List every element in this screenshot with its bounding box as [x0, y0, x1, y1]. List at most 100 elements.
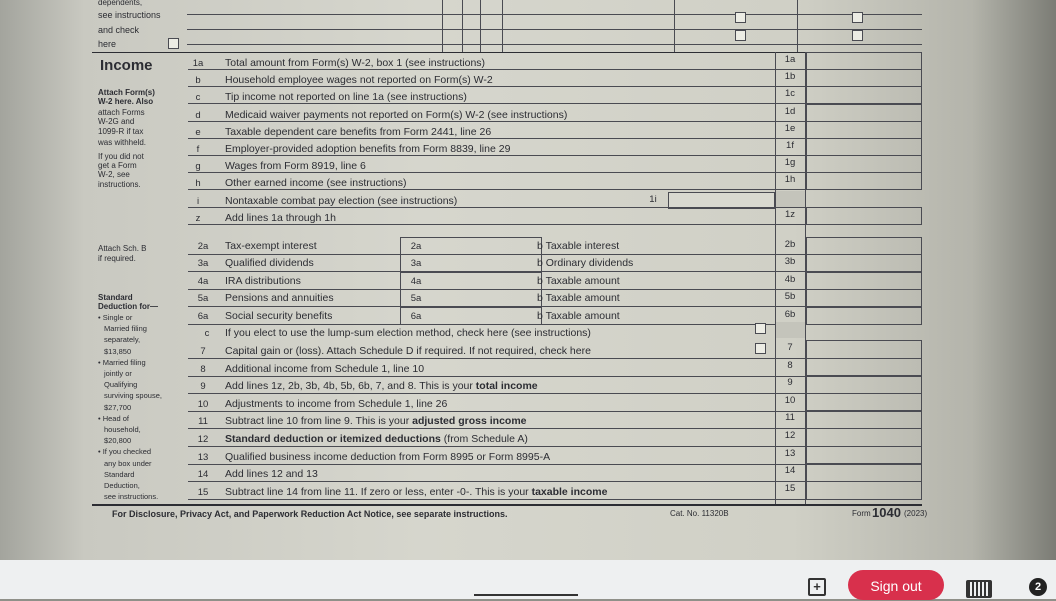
line-number: f — [196, 144, 200, 155]
line-number: e — [195, 126, 201, 138]
shaded-cell — [776, 190, 805, 208]
line-box-label: 8 — [787, 359, 793, 371]
line-box-label: 10 — [784, 394, 796, 406]
line-label: Employer-provided adoption benefits from… — [225, 143, 511, 155]
line-label: IRA distributions — [225, 274, 301, 287]
std-deduction-note: household, — [104, 425, 141, 434]
line-label: Capital gain or (loss). Attach Schedule … — [225, 345, 591, 357]
amount-field-1a[interactable] — [806, 52, 922, 70]
amount-field-1d[interactable] — [806, 103, 922, 122]
line-label: Wages from Form 8919, line 6 — [225, 160, 366, 173]
lump-sum-election-checkbox[interactable] — [755, 323, 766, 334]
sch-b-note: Attach Sch. B — [98, 244, 147, 253]
std-deduction-note: jointly or — [104, 369, 132, 378]
line-label: Tip income not reported on line 1a (see … — [225, 91, 467, 104]
amount-field-14[interactable] — [806, 463, 922, 483]
amount-field-2b[interactable] — [806, 237, 922, 255]
line-box-label: 1c — [784, 88, 796, 100]
std-deduction-note: $27,700 — [104, 402, 132, 412]
amount-field-8[interactable] — [806, 357, 922, 377]
line-label: Adjustments to income from Schedule 1, l… — [225, 398, 447, 410]
amount-field-15[interactable] — [806, 480, 922, 500]
amount-field-12[interactable] — [806, 428, 922, 447]
amount-field-10[interactable] — [806, 392, 922, 412]
capital-gain-not-required-checkbox[interactable] — [755, 343, 766, 354]
sign-out-button[interactable]: Sign out — [848, 570, 944, 600]
amount-field-1c[interactable] — [806, 86, 922, 105]
income-title: Income — [100, 57, 153, 74]
line-number: 14 — [197, 469, 209, 481]
amount-field-5a[interactable] — [400, 289, 542, 308]
line-label: Household employee wages not reported on… — [225, 74, 493, 87]
amount-field-9[interactable] — [806, 375, 922, 395]
add-window-icon[interactable]: + — [808, 578, 826, 596]
line-number: 11 — [198, 416, 208, 428]
dependent-credit-checkbox[interactable] — [735, 30, 746, 41]
other-dependent-checkbox[interactable] — [852, 12, 863, 23]
line-number: z — [195, 212, 201, 224]
std-deduction-note: separately, — [104, 335, 141, 345]
line-bold-text: Standard deduction or itemized deduction… — [225, 433, 441, 445]
catalog-number: Cat. No. 11320B — [670, 509, 729, 518]
sidebar-note: W-2G and — [98, 117, 135, 126]
keyboard-icon[interactable] — [966, 580, 992, 598]
line-box-label: 1b — [784, 71, 796, 83]
line-box-label: 13 — [784, 447, 796, 459]
other-dependent-checkbox[interactable] — [852, 30, 863, 41]
dependents-text: see instructions — [98, 10, 161, 20]
amount-field-1f[interactable] — [806, 138, 922, 156]
line-label: b Ordinary dividends — [537, 257, 634, 270]
line-text: Additional income from Schedule 1, line … — [225, 362, 425, 375]
line-label: Subtract line 14 from line 11. If zero o… — [225, 486, 607, 498]
line-number: 4a — [197, 275, 209, 287]
line-box-label: 1g — [784, 157, 796, 169]
line-number: c — [204, 328, 210, 339]
sidebar-note: If you did not — [98, 152, 144, 161]
amount-field-11[interactable] — [806, 410, 922, 430]
sidebar-note: instructions. — [98, 180, 141, 189]
sidebar-note: W-2, see — [98, 170, 130, 179]
dependents-checkbox[interactable] — [168, 38, 179, 49]
amount-field-13[interactable] — [806, 445, 922, 465]
line-label: Pensions and annuities — [225, 292, 334, 305]
amount-field-2a[interactable] — [400, 237, 542, 255]
line-label: Medicaid waiver payments not reported on… — [225, 108, 568, 121]
line-box-label: 7 — [787, 342, 793, 353]
line-bold-text: adjusted gross income — [412, 415, 527, 428]
std-deduction-note: $20,800 — [104, 436, 132, 446]
line-number: 13 — [197, 451, 209, 463]
row-divider — [188, 498, 922, 500]
amount-field-4b[interactable] — [806, 271, 922, 290]
amount-field-1g[interactable] — [806, 155, 922, 174]
amount-field-6a[interactable] — [400, 306, 542, 325]
amount-field-3b[interactable] — [806, 254, 922, 273]
std-deduction-note: Qualifying — [104, 380, 138, 390]
line-label: Add lines 1a through 1h — [225, 211, 336, 224]
dependent-credit-checkbox[interactable] — [735, 12, 746, 23]
std-deduction-note: Deduction, — [104, 481, 140, 490]
row-divider — [188, 223, 922, 225]
line-6c-label: If you elect to use the lump-sum electio… — [225, 327, 591, 339]
line-box-label: 12 — [784, 430, 796, 441]
line-label: b Taxable amount — [537, 309, 620, 322]
notification-badge[interactable]: 2 — [1029, 578, 1047, 596]
amount-field-1h[interactable] — [806, 172, 922, 191]
amount-field-6b[interactable] — [806, 306, 922, 325]
line-number: g — [195, 161, 201, 173]
form-photo-background: dependents, see instructions and check h… — [0, 0, 1056, 560]
line-label: Qualified dividends — [225, 257, 314, 270]
line-box-label: 14 — [784, 465, 796, 477]
line-text: Add lines 12 and 13 — [225, 468, 318, 481]
amount-field-7[interactable] — [806, 340, 922, 359]
amount-field-1b[interactable] — [806, 69, 922, 88]
line-label: Add lines 1z, 2b, 3b, 4b, 5b, 6b, 7, and… — [225, 380, 538, 392]
line-label: Qualified business income deduction from… — [225, 451, 550, 463]
amount-field-5b[interactable] — [806, 289, 922, 308]
amount-field-4a[interactable] — [400, 271, 542, 290]
line-box-label: 6b — [784, 308, 796, 320]
amount-field-1e[interactable] — [806, 120, 922, 139]
amount-field-3a[interactable] — [400, 254, 542, 273]
amount-field-1z[interactable] — [806, 206, 922, 225]
line-box-label: 11 — [785, 412, 795, 424]
form-number: 1040 — [872, 505, 901, 520]
